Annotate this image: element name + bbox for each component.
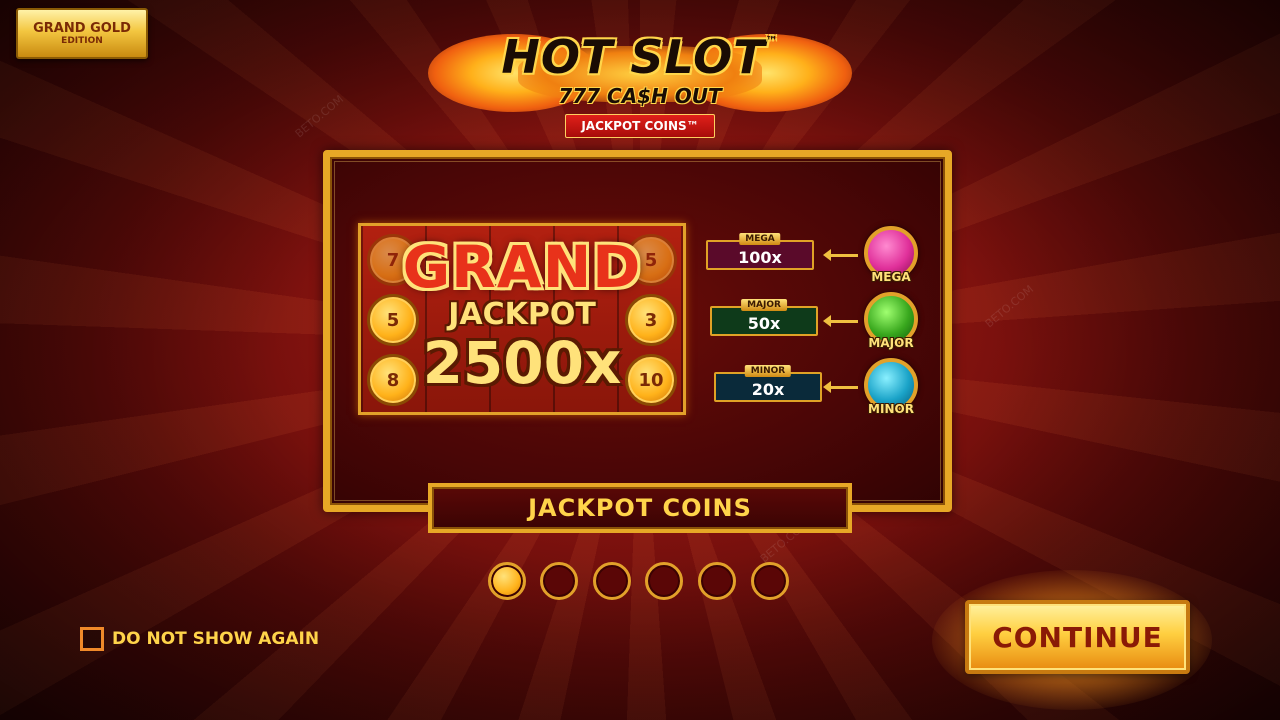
grand-multiplier: 2500x <box>422 329 622 397</box>
trademark-symbol: ™ <box>765 34 779 48</box>
minor-value: 20x <box>751 380 785 399</box>
pagination-dot-6[interactable] <box>751 562 789 600</box>
pagination-dot-3[interactable] <box>593 562 631 600</box>
edition-badge: GRAND GOLD EDITION <box>16 8 148 59</box>
edition-line2: EDITION <box>61 36 103 46</box>
do-not-show-again-checkbox[interactable] <box>80 627 104 651</box>
continue-button[interactable]: CONTINUE <box>965 600 1190 674</box>
major-gem-label: MAJOR <box>868 336 914 350</box>
edition-line1: GRAND GOLD <box>33 21 131 36</box>
grand-jackpot-overlay: GRAND JACKPOT 2500x <box>397 236 647 406</box>
major-caption: MAJOR <box>741 299 787 311</box>
mega-gem-icon: MEGA <box>864 226 918 284</box>
grand-jackpot-reel: 7 5 8 5 3 10 GRAND JACKPOT 2500x <box>358 223 686 415</box>
page-title: JACKPOT COINS <box>428 483 852 533</box>
watermark: BETO.COM <box>982 282 1037 331</box>
game-logo: HOT SLOT™ 777 CA$H OUT JACKPOT COINS™ <box>428 16 852 138</box>
major-gem-icon: MAJOR <box>864 292 918 350</box>
minor-gem-icon: MINOR <box>864 358 918 416</box>
pagination-dot-5[interactable] <box>698 562 736 600</box>
arrow-left-icon <box>823 249 858 261</box>
minor-gem-label: MINOR <box>868 402 914 416</box>
pagination-dot-4[interactable] <box>645 562 683 600</box>
do-not-show-again-label[interactable]: DO NOT SHOW AGAIN <box>112 629 319 649</box>
mega-caption: MEGA <box>739 233 781 245</box>
mega-value: 100x <box>738 248 782 267</box>
mega-gem-label: MEGA <box>871 270 911 284</box>
major-value: 50x <box>747 314 781 333</box>
arrow-left-icon <box>823 315 858 327</box>
pagination-dot-2[interactable] <box>540 562 578 600</box>
minor-caption: MINOR <box>744 365 792 377</box>
logo-title: HOT SLOT™ <box>501 30 779 84</box>
arrow-left-icon <box>823 381 858 393</box>
pagination-dot-1[interactable] <box>488 562 526 600</box>
jackpot-text: JACKPOT <box>448 297 596 332</box>
minor-value-box: MINOR 20x <box>714 365 822 402</box>
major-value-box: MAJOR 50x <box>710 299 818 336</box>
grand-text: GRAND <box>402 233 642 301</box>
mega-value-box: MEGA 100x <box>706 233 814 270</box>
watermark: BETO.COM <box>292 92 347 141</box>
logo-tag: JACKPOT COINS™ <box>565 114 715 138</box>
logo-subtitle: 777 CA$H OUT <box>558 84 722 108</box>
do-not-show-again-option[interactable]: DO NOT SHOW AGAIN <box>80 627 319 651</box>
